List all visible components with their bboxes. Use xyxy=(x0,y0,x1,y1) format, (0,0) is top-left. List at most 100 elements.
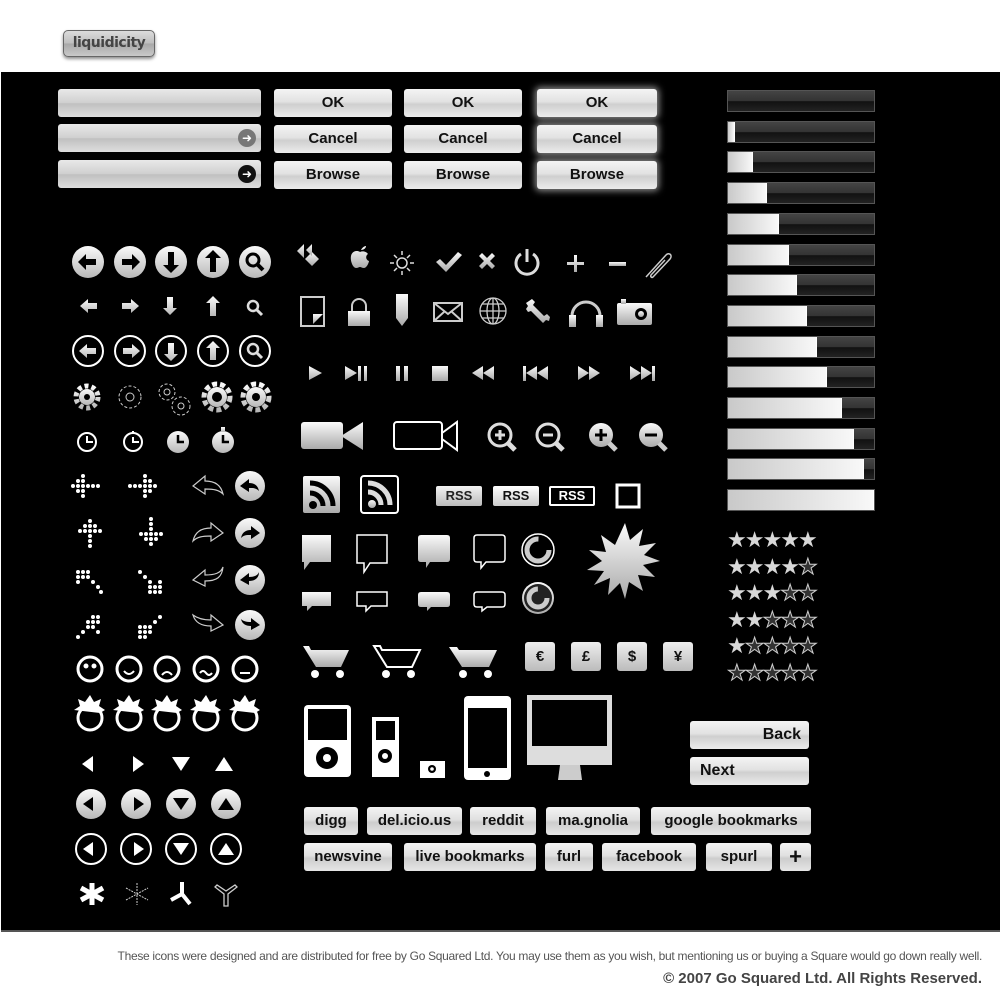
zoom-in-filled-icon[interactable] xyxy=(589,423,618,452)
button-ok[interactable]: OK xyxy=(274,89,392,117)
rss-feed-outline-icon[interactable] xyxy=(360,475,399,514)
bookmark-tag[interactable]: ma.gnolia xyxy=(546,807,640,835)
gear-outline-icon[interactable] xyxy=(118,385,142,409)
speech-small-round-icon[interactable] xyxy=(418,592,450,611)
punk-happy-icon[interactable] xyxy=(113,695,144,732)
star-filled-icon[interactable]: ★ xyxy=(727,528,747,553)
checkbox[interactable] xyxy=(615,483,641,509)
star-filled-icon[interactable]: ★ xyxy=(762,528,782,553)
tripod-icon[interactable] xyxy=(170,882,192,906)
arrow-right-circle-icon[interactable] xyxy=(114,246,146,278)
text-field-plain[interactable] xyxy=(58,89,261,117)
triangle-left-circle-icon[interactable] xyxy=(76,789,106,819)
search-icon[interactable] xyxy=(246,299,264,317)
bookmark-tag[interactable]: reddit xyxy=(470,807,536,835)
rss-badge-light[interactable]: RSS xyxy=(493,486,539,506)
wrench-icon[interactable] xyxy=(526,299,550,323)
star-filled-icon[interactable]: ★ xyxy=(780,555,800,580)
button-cancel[interactable]: Cancel xyxy=(404,125,522,153)
paperclip-icon[interactable] xyxy=(645,253,672,279)
headphones-icon[interactable] xyxy=(569,300,603,327)
triangle-right-circle-icon[interactable] xyxy=(121,789,151,819)
gears-icon[interactable] xyxy=(158,383,191,416)
star-filled-icon[interactable]: ★ xyxy=(745,581,765,606)
star-empty-icon[interactable]: ★ xyxy=(797,660,818,686)
punk-blank-icon[interactable] xyxy=(229,695,260,732)
star-empty-icon[interactable]: ★ xyxy=(797,634,818,660)
bookmark-tag[interactable]: furl xyxy=(545,843,593,871)
arrow-left-icon[interactable] xyxy=(80,299,97,313)
speech-small-round-outline-icon[interactable] xyxy=(473,591,506,613)
clock-icon[interactable] xyxy=(77,432,97,452)
triangle-right-icon[interactable] xyxy=(133,756,144,772)
speech-bubble-round-outline-icon[interactable] xyxy=(473,534,506,571)
rss-badge-outline[interactable]: RSS xyxy=(549,486,595,506)
iphone-icon[interactable] xyxy=(464,696,511,780)
cart-outline-icon[interactable] xyxy=(372,645,422,678)
gear-icon[interactable] xyxy=(73,383,101,411)
star-filled-icon[interactable]: ★ xyxy=(745,608,765,633)
rss-badge-gradient[interactable]: RSS xyxy=(436,486,482,506)
cart-icon[interactable] xyxy=(303,646,349,678)
star-rating-row[interactable]: ★★★★★ xyxy=(727,633,818,660)
search-circle-icon[interactable] xyxy=(239,246,271,278)
arrow-left-circle-icon[interactable] xyxy=(72,246,104,278)
apple-icon[interactable] xyxy=(350,246,369,268)
dots-arrow-down-icon[interactable] xyxy=(139,517,163,546)
minus-icon[interactable] xyxy=(609,262,626,266)
punk-neutral-icon[interactable] xyxy=(74,695,105,732)
play-icon[interactable] xyxy=(309,366,322,380)
star-empty-icon[interactable]: ★ xyxy=(797,607,818,633)
button-browse[interactable]: Browse xyxy=(537,161,657,189)
triangle-up-icon[interactable] xyxy=(215,757,233,771)
currency-button[interactable]: € xyxy=(525,642,555,671)
starburst-icon[interactable] xyxy=(587,523,660,599)
play-pause-icon[interactable] xyxy=(345,366,367,381)
button-ok[interactable]: OK xyxy=(537,89,657,117)
star-filled-icon[interactable]: ★ xyxy=(727,581,747,606)
speech-bubble-icon[interactable] xyxy=(302,535,331,570)
forward-outline-icon[interactable] xyxy=(191,613,225,632)
stop-icon[interactable] xyxy=(432,366,448,381)
video-camera-outline-icon[interactable] xyxy=(393,420,458,452)
refresh-dark-icon[interactable] xyxy=(522,582,554,614)
skip-back-icon[interactable] xyxy=(523,366,548,381)
liquidicity-logo-button[interactable]: liquidicity xyxy=(63,30,155,57)
triangle-down-circle-icon[interactable] xyxy=(166,789,196,819)
zoom-in-icon[interactable] xyxy=(487,422,517,452)
currency-button[interactable]: £ xyxy=(571,642,601,671)
star-filled-icon[interactable]: ★ xyxy=(798,528,818,553)
clock-filled-icon[interactable] xyxy=(167,431,189,453)
bookmark-tag[interactable]: google bookmarks xyxy=(651,807,811,835)
redo-outline-icon[interactable] xyxy=(191,521,225,543)
button-cancel[interactable]: Cancel xyxy=(537,125,657,153)
smiley-neutral-icon[interactable] xyxy=(76,655,104,683)
skip-forward-icon[interactable] xyxy=(630,366,655,381)
imac-icon[interactable] xyxy=(527,695,612,780)
reply-circle-icon[interactable] xyxy=(235,565,265,595)
star-empty-icon[interactable]: ★ xyxy=(744,634,765,660)
power-icon[interactable] xyxy=(514,249,540,276)
star-empty-icon[interactable]: ★ xyxy=(780,660,801,686)
gear-large-alt-icon[interactable] xyxy=(240,381,272,413)
arrow-up-circle-icon[interactable] xyxy=(197,246,229,278)
star-rating-row[interactable]: ★★★★★ xyxy=(727,660,819,687)
text-field-black-go[interactable]: ➜ xyxy=(58,160,261,188)
star-rating-row[interactable]: ★★★★★ xyxy=(727,527,818,554)
triangle-left-icon[interactable] xyxy=(82,756,93,772)
refresh-icon[interactable] xyxy=(521,533,555,567)
star-filled-icon[interactable]: ★ xyxy=(727,555,747,580)
currency-button[interactable]: $ xyxy=(617,642,647,671)
plus-icon[interactable] xyxy=(567,255,584,272)
asterisk-icon[interactable] xyxy=(79,883,105,905)
dots-arrow-down-left-icon[interactable] xyxy=(76,615,100,639)
star-filled-icon[interactable]: ★ xyxy=(762,581,782,606)
button-browse[interactable]: Browse xyxy=(404,161,522,189)
arrow-down-circle-icon[interactable] xyxy=(155,246,187,278)
star-empty-icon[interactable]: ★ xyxy=(780,634,801,660)
search-ring-icon[interactable] xyxy=(239,335,271,367)
bookmark-tag[interactable]: digg xyxy=(304,807,358,835)
smiley-happy-icon[interactable] xyxy=(115,655,143,683)
star-filled-icon[interactable]: ★ xyxy=(745,528,765,553)
triangle-up-circle-icon[interactable] xyxy=(211,789,241,819)
